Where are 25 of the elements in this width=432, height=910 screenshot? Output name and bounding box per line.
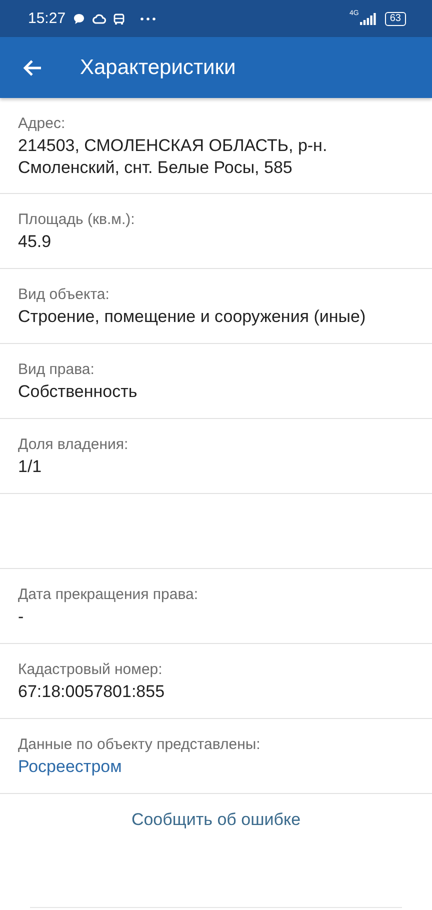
field-label: Адрес:: [18, 114, 66, 134]
field-label: Доля владения:: [18, 435, 130, 455]
field-value: Собственность: [18, 381, 138, 403]
status-time: 15:27: [28, 10, 66, 27]
field-value: 67:18:0057801:855: [18, 681, 166, 703]
chat-bubble-icon: [72, 12, 85, 24]
field-label: Вид объекта:: [18, 285, 110, 305]
field-label: Дата прекращения права:: [18, 585, 200, 605]
field-value: Строение, помещение и сооружения (иные): [18, 306, 367, 328]
report-error-link[interactable]: Сообщить об ошибке: [131, 810, 301, 830]
source-link[interactable]: Росреестром: [18, 757, 122, 776]
field-label: Вид права:: [18, 360, 96, 380]
more-icon: [140, 16, 156, 20]
screen-title: Характеристики: [80, 56, 236, 80]
field-value: -: [18, 606, 25, 628]
field-value: 214503, СМОЛЕНСКАЯ ОБЛАСТЬ, р-н. Смоленский, снт. Белые Росы, 585: [18, 135, 328, 179]
signal-icon: [360, 12, 376, 24]
cloud-icon: [92, 13, 106, 24]
field-value: 45.9: [18, 231, 52, 253]
field-label: Площадь (кв.м.):: [18, 210, 136, 230]
field-value: 1/1: [18, 456, 43, 478]
field-label: Данные по объекту представлены:: [18, 735, 262, 755]
back-arrow-icon[interactable]: [22, 58, 42, 76]
battery-indicator: 63: [384, 12, 406, 26]
field-label: Кадастровый номер:: [18, 660, 164, 680]
